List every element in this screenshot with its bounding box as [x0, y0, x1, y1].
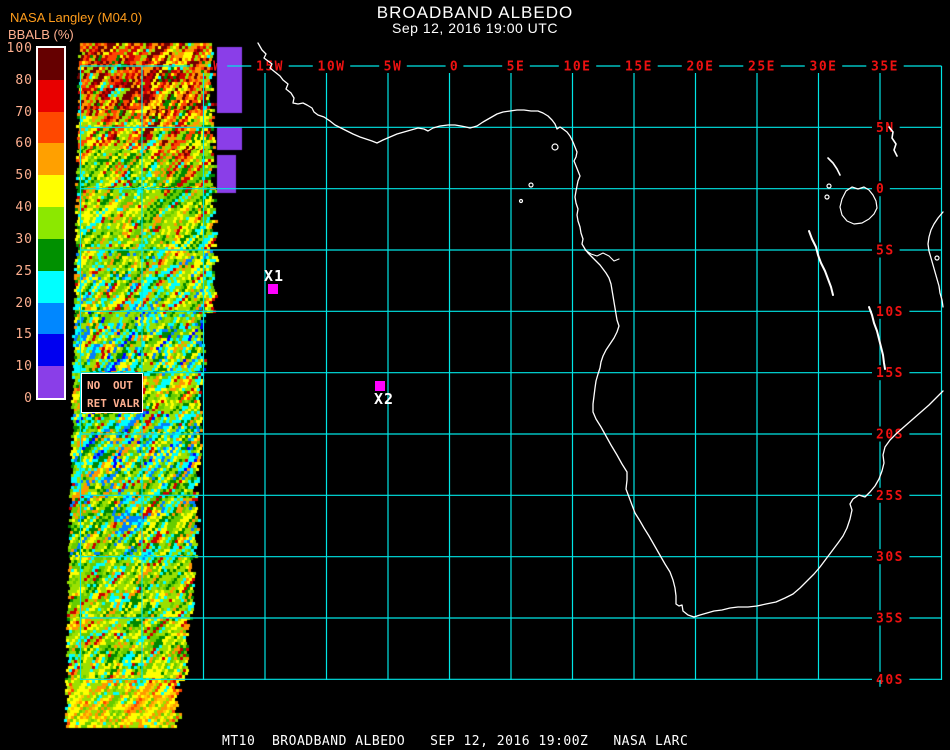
colorbar-segment — [38, 175, 64, 208]
target-marker-x1 — [268, 284, 278, 294]
colorbar-segment — [38, 270, 64, 303]
island-outline — [934, 255, 940, 261]
target-marker-label: X1 — [264, 267, 284, 285]
island-outline — [518, 198, 524, 204]
colorbar-tick-label: 30 — [15, 231, 33, 247]
colorbar-segment — [38, 207, 64, 239]
legend-cell-out: OUT — [113, 379, 133, 392]
colorbar-tick-label: 20 — [15, 295, 33, 311]
colorbar-segment — [38, 79, 64, 112]
colorbar-tick-label: 60 — [15, 136, 33, 152]
page-subtitle: Sep 12, 2016 19:00 UTC — [392, 20, 558, 36]
island-outline — [551, 143, 559, 151]
colorbar-segment — [38, 238, 64, 271]
lake-victoria-outline — [839, 186, 878, 225]
colorbar-segment — [38, 48, 64, 80]
colorbar-segment — [38, 143, 64, 176]
island-outline — [824, 194, 830, 200]
lake-tanganyika-outline — [808, 230, 834, 296]
island-outline — [528, 182, 534, 188]
colorbar-tick-label: 0 — [24, 391, 33, 406]
colorbar-tick-label: 80 — [15, 72, 33, 88]
colorbar-tick-label: 70 — [15, 104, 33, 120]
albedo-plot-page: 20W15W10W5W05E10E15E20E25E30E35E5N05S10S… — [0, 0, 950, 750]
colorbar-tick-label: 15 — [15, 327, 33, 343]
colorbar-tick-label: 40 — [15, 200, 33, 216]
colorbar-segment — [38, 334, 64, 367]
lake-albert-outline — [827, 157, 841, 176]
colorbar-tick-label: 25 — [15, 263, 33, 279]
colorbar-segment — [38, 366, 64, 398]
legend-cell-ret: RET — [87, 397, 107, 410]
lake-turkana-outline — [888, 126, 898, 157]
colorbar — [36, 46, 66, 400]
africa-coastline — [257, 42, 944, 618]
retrieval-flag-legend-box: NO OUT RET VALR — [81, 373, 143, 413]
footer-caption: MT10 BROADBAND ALBEDO SEP 12, 2016 19:00… — [222, 734, 689, 749]
lake-malawi-outline — [868, 306, 886, 370]
colorbar-tick-label: 50 — [15, 168, 33, 184]
legend-cell-valr: VALR — [113, 397, 140, 410]
colorbar-tick-label: 10 — [15, 359, 33, 375]
colorbar-title: BBALB (%) — [8, 27, 74, 42]
target-marker-label: X2 — [374, 390, 394, 408]
colorbar-segment — [38, 111, 64, 144]
colorbar-segment — [38, 302, 64, 335]
product-version-label: NASA Langley (M04.0) — [10, 10, 143, 25]
colorbar-tick-label: 100 — [6, 41, 33, 56]
island-outline — [826, 183, 832, 189]
legend-cell-no: NO — [87, 379, 101, 392]
